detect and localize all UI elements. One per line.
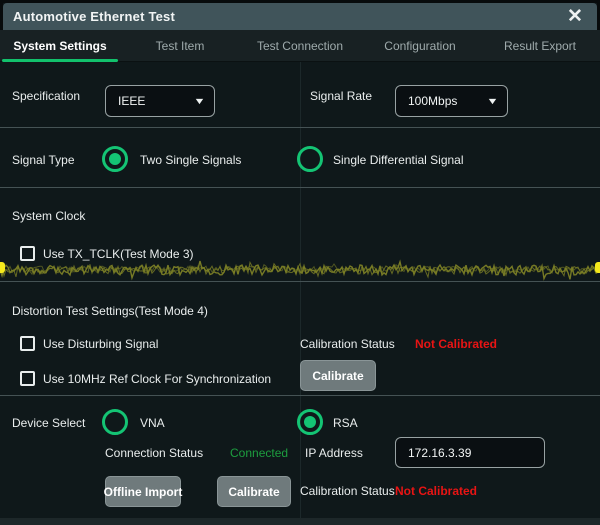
- use-10mhz-ref-clock-label: Use 10MHz Ref Clock For Synchronization: [43, 372, 271, 386]
- use-tx-tclk-checkbox[interactable]: [20, 246, 35, 261]
- divider: [0, 281, 600, 282]
- connection-status-label: Connection Status: [105, 446, 203, 460]
- system-clock-title: System Clock: [12, 209, 85, 223]
- signal-rate-value: 100Mbps: [408, 94, 457, 108]
- offline-import-button[interactable]: Offline Import: [105, 476, 181, 507]
- dialog-bottom-edge: [0, 518, 600, 525]
- two-single-signals-label: Two Single Signals: [140, 153, 241, 167]
- tab-bar: System Settings Test Item Test Connectio…: [0, 30, 600, 62]
- use-tx-tclk-label: Use TX_TCLK(Test Mode 3): [43, 247, 194, 261]
- active-tab-indicator: [2, 59, 118, 62]
- titlebar: Automotive Ethernet Test ✕: [3, 3, 597, 30]
- connection-status-value: Connected: [230, 446, 288, 460]
- close-icon[interactable]: ✕: [563, 5, 587, 29]
- radio-dot: [109, 153, 121, 165]
- signal-type-label: Signal Type: [12, 153, 75, 167]
- specification-dropdown[interactable]: IEEE ▼: [105, 85, 215, 117]
- tab-test-connection[interactable]: Test Connection: [240, 30, 360, 61]
- device-calibrate-button[interactable]: Calibrate: [217, 476, 291, 507]
- signal-rate-dropdown[interactable]: 100Mbps ▼: [395, 85, 508, 117]
- device-calibration-status-value: Not Calibrated: [395, 484, 477, 498]
- trace-left-marker: [0, 262, 5, 273]
- rsa-label: RSA: [333, 416, 358, 430]
- divider: [0, 395, 600, 396]
- divider: [0, 187, 600, 188]
- tab-result-export[interactable]: Result Export: [480, 30, 600, 61]
- radio-rsa[interactable]: [297, 409, 323, 435]
- single-differential-signal-label: Single Differential Signal: [333, 153, 464, 167]
- distortion-calibration-status-value: Not Calibrated: [415, 337, 497, 351]
- frame-top: [0, 0, 600, 3]
- trace-right-marker: [595, 262, 600, 273]
- chevron-down-icon: ▼: [486, 96, 498, 106]
- frame-left: [0, 0, 3, 30]
- signal-rate-label: Signal Rate: [310, 89, 372, 103]
- automotive-ethernet-test-dialog: Automotive Ethernet Test ✕ System Settin…: [0, 0, 600, 525]
- dialog-title: Automotive Ethernet Test: [13, 9, 175, 24]
- ip-address-label: IP Address: [305, 446, 363, 460]
- vna-label: VNA: [140, 416, 165, 430]
- device-select-label: Device Select: [12, 416, 85, 430]
- use-disturbing-signal-label: Use Disturbing Signal: [43, 337, 158, 351]
- ip-address-input[interactable]: [395, 437, 545, 468]
- use-disturbing-signal-checkbox[interactable]: [20, 336, 35, 351]
- tab-configuration[interactable]: Configuration: [360, 30, 480, 61]
- tab-system-settings[interactable]: System Settings: [0, 30, 120, 61]
- distortion-title: Distortion Test Settings(Test Mode 4): [12, 304, 208, 318]
- distortion-calibrate-button[interactable]: Calibrate: [300, 360, 376, 391]
- specification-label: Specification: [12, 89, 80, 103]
- chevron-down-icon: ▼: [193, 96, 205, 106]
- radio-two-single-signals[interactable]: [102, 146, 128, 172]
- radio-single-differential-signal[interactable]: [297, 146, 323, 172]
- divider: [0, 127, 600, 128]
- distortion-calibration-status-label: Calibration Status: [300, 337, 395, 351]
- use-10mhz-ref-clock-checkbox[interactable]: [20, 371, 35, 386]
- vertical-divider: [300, 62, 301, 518]
- specification-value: IEEE: [118, 94, 145, 108]
- radio-vna[interactable]: [102, 409, 128, 435]
- radio-dot: [304, 416, 316, 428]
- device-calibration-status-label: Calibration Status: [300, 484, 395, 498]
- tab-test-item[interactable]: Test Item: [120, 30, 240, 61]
